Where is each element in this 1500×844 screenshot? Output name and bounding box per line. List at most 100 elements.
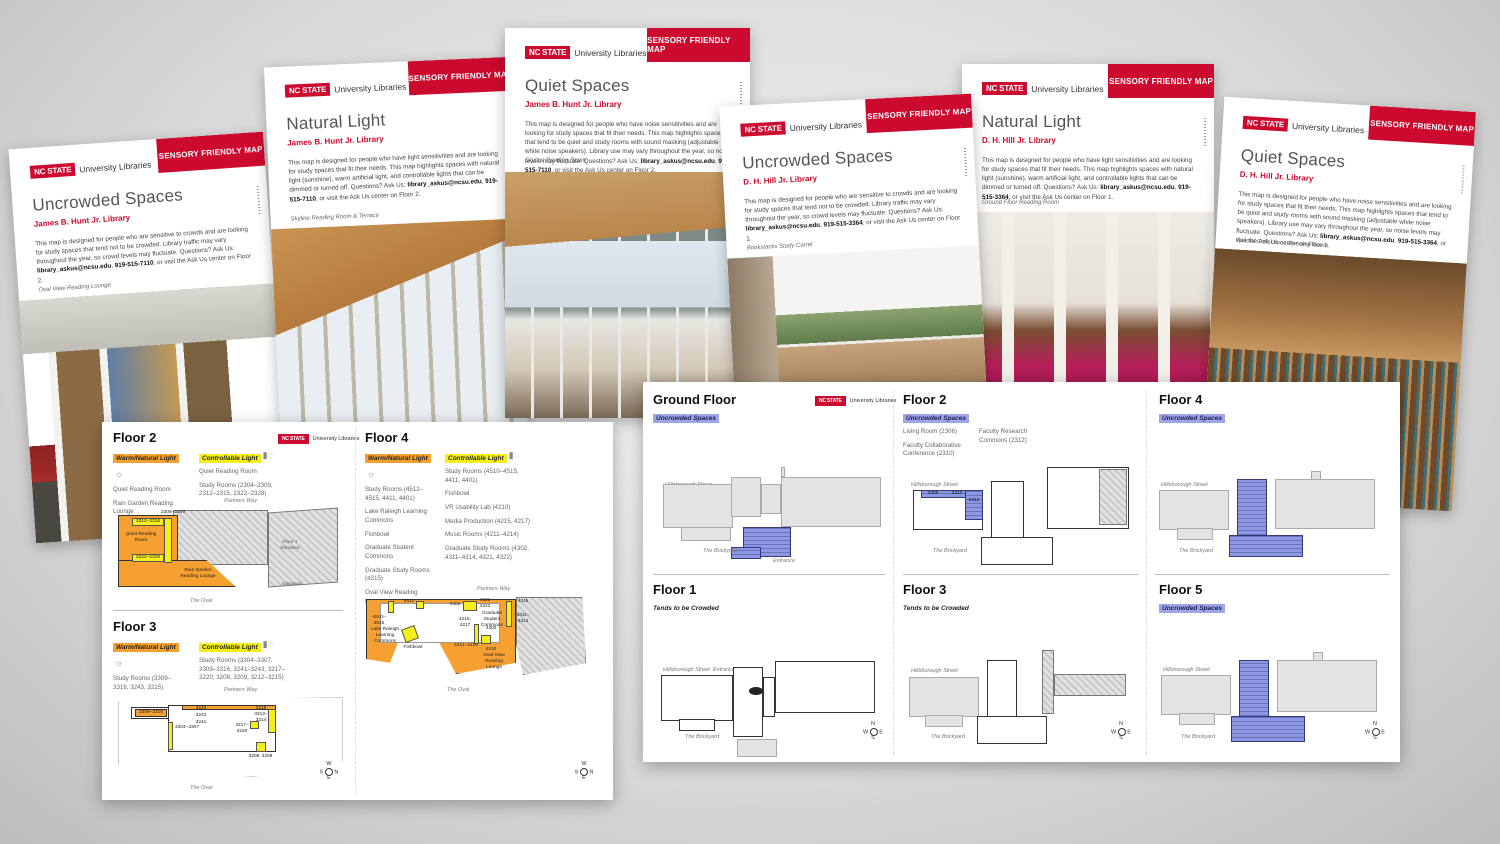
floor-title: Floor 2 xyxy=(903,392,947,407)
cover-library: D. H. Hill Jr. Library xyxy=(743,173,818,187)
ncsu-libraries-logo: NC STATE University Libraries xyxy=(740,117,862,137)
cover-description: This map is designed for people who have… xyxy=(982,157,1193,201)
fold-line xyxy=(355,428,356,794)
vertical-fineprint xyxy=(963,147,968,177)
street-label: The Brickyard xyxy=(933,548,967,554)
cover-title: Natural Light xyxy=(286,110,386,134)
hill-floor-map-sheet: Ground Floor Uncrowded Spaces NC STATE Un… xyxy=(643,382,1400,762)
cover-library: James B. Hunt Jr. Library xyxy=(287,134,384,148)
cover-photo xyxy=(271,218,529,443)
warm-list: Study Rooms (3309–3316, 3243, 3215) xyxy=(113,675,172,691)
vertical-fineprint xyxy=(1460,165,1465,194)
sun-icon: ☼ xyxy=(115,468,124,479)
divider xyxy=(113,610,343,611)
street-label: The Brickyard xyxy=(703,548,737,554)
sensory-friendly-band: SENSORY FRIENDLY MAP xyxy=(1368,105,1476,147)
sensory-friendly-band: SENSORY FRIENDLY MAP xyxy=(1108,64,1214,98)
hunt-floor3-header: Floor 3 Warm/Natural Light ☼ Study Rooms … xyxy=(113,619,348,697)
floor-title: Ground Floor xyxy=(653,392,737,407)
ncsu-libraries-logo: NC STATE University Libraries xyxy=(284,79,407,98)
crowded-label: Tends to be Crowded xyxy=(903,605,969,612)
hill-floor5-header: Floor 5 Uncrowded Spaces xyxy=(1159,582,1225,615)
sun-icon: ☼ xyxy=(115,657,124,668)
hunt-floor3-plan: 3309–3316 3243 3242 3241 3304–3307 3215 … xyxy=(118,697,343,787)
cover-library: D. H. Hill Jr. Library xyxy=(1239,169,1314,184)
controllable-light-legend: Controllable Light xyxy=(199,643,261,652)
divider xyxy=(653,574,885,575)
hill-floor1-plan xyxy=(661,657,886,757)
vertical-fineprint xyxy=(1204,118,1206,146)
cover-library: James B. Hunt Jr. Library xyxy=(525,100,622,109)
street-label: The Brickyard xyxy=(1179,548,1213,554)
compass-rose-icon: W S N E xyxy=(319,761,339,781)
cover-title: Uncrowded Spaces xyxy=(31,185,184,215)
sensory-friendly-band: SENSORY FRIENDLY MAP xyxy=(865,93,973,134)
floor-title: Floor 3 xyxy=(113,619,157,634)
hill-floor2-header: Floor 2 Uncrowded Spaces Living Room (23… xyxy=(903,392,1039,469)
sensory-friendly-band: SENSORY FRIENDLY MAP xyxy=(407,56,514,96)
light-switch-icon: ▮◌ xyxy=(262,639,273,650)
ncsu-libraries-logo: NC STATE University Libraries xyxy=(1242,115,1365,136)
compass-rose-icon: W S N E xyxy=(574,761,594,781)
controllable-list: Study Rooms (4510–4515, 4411, 4401) Fish… xyxy=(445,468,530,561)
street-label: The Oval xyxy=(190,785,213,791)
compass-rose-icon: N W E S xyxy=(863,721,883,741)
cover-title: Quiet Spaces xyxy=(1240,145,1346,172)
photo-caption: Ground Floor Reading Room xyxy=(982,200,1060,206)
sun-icon: ☼ xyxy=(367,468,376,479)
street-label: Partners Way xyxy=(224,687,258,693)
hunt-floor2-plan: 2312–2316 2306–2309 2322–2328 Quiet Read… xyxy=(118,507,343,600)
light-switch-icon: ▮◌ xyxy=(508,450,519,461)
cover-description: This map is designed for people who have… xyxy=(1235,190,1452,249)
street-label: The Oval xyxy=(190,598,213,604)
uncrowded-legend: Uncrowded Spaces xyxy=(903,414,969,423)
warm-light-legend: Warm/Natural Light xyxy=(365,454,431,463)
street-label: The Oval xyxy=(447,687,470,693)
uncrowded-legend: Uncrowded Spaces xyxy=(653,414,719,423)
fold-line xyxy=(1146,390,1147,755)
photo-caption: Skyline Reading Room xyxy=(525,158,587,164)
hunt-floor4-header: Floor 4 Warm/Natural Light ☼ Study Rooms … xyxy=(365,430,605,611)
photo-caption: Skyline Reading Room & Terrace xyxy=(290,212,380,223)
cover-description: This map is designed for people who have… xyxy=(287,150,500,204)
compass-rose-icon: N W E S xyxy=(1111,721,1131,741)
ncsu-libraries-logo: NC STATE University Libraries xyxy=(29,157,152,179)
ncsu-libraries-logo: NC STATE University Libraries xyxy=(982,82,1104,95)
vertical-fineprint xyxy=(256,186,261,215)
divider xyxy=(1155,574,1390,575)
divider xyxy=(903,574,1138,575)
cover-hunt-quiet: SENSORY FRIENDLY MAP NC STATE University… xyxy=(505,28,750,418)
hill-floor3-header: Floor 3 Tends to be Crowded xyxy=(903,582,969,615)
cover-library: D. H. Hill Jr. Library xyxy=(982,136,1056,145)
hill-ground-plan xyxy=(663,467,888,567)
cover-hill-uncrowded: SENSORY FRIENDLY MAP NC STATE University… xyxy=(719,93,987,407)
cover-title: Uncrowded Spaces xyxy=(741,145,894,173)
floor-title: Floor 5 xyxy=(1159,582,1203,597)
warm-list: Study Rooms (4512–4515, 4411, 4401) Lake… xyxy=(365,486,430,605)
sensory-friendly-band: SENSORY FRIENDLY MAP xyxy=(647,28,750,62)
warm-light-legend: Warm/Natural Light xyxy=(113,454,179,463)
compass-rose-icon: N W E S xyxy=(1365,721,1385,741)
hunt-floor4-plan: Lake Raleigh Learning Commons Fishbowl G… xyxy=(366,597,591,687)
cover-title: Quiet Spaces xyxy=(525,76,630,95)
street-label: Partners Way xyxy=(224,498,258,504)
crowded-label: Tends to be Crowded xyxy=(653,605,719,612)
street-label: Partners Way xyxy=(477,586,511,592)
cover-description: This map is designed for people who have… xyxy=(525,121,731,174)
street-label: The Brickyard xyxy=(685,734,719,740)
ncsu-libraries-logo: NC STATE University Libraries xyxy=(815,396,896,406)
uncrowded-legend: Uncrowded Spaces xyxy=(1159,414,1225,423)
photo-caption: Bookstacks Study Carrel xyxy=(746,242,813,252)
cover-photo xyxy=(962,212,1214,394)
hill-floor4-header: Floor 4 Uncrowded Spaces xyxy=(1159,392,1225,425)
ncsu-libraries-logo: NC STATE University Libraries xyxy=(278,434,359,444)
hill-floor1-header: Floor 1 Tends to be Crowded xyxy=(653,582,719,615)
controllable-list: Study Rooms (3304–3307, 3309–3316, 3241–… xyxy=(199,657,286,682)
controllable-light-legend: Controllable Light xyxy=(199,454,261,463)
hunt-floor-map-sheet: Floor 2 Warm/Natural Light☼ Quiet Readin… xyxy=(102,422,613,800)
light-switch-icon: ▮◌ xyxy=(262,450,273,461)
warm-light-legend: Warm/Natural Light xyxy=(113,643,179,652)
cover-title: Natural Light xyxy=(982,112,1081,131)
street-label: The Brickyard xyxy=(931,734,965,740)
cover-library: James B. Hunt Jr. Library xyxy=(33,213,131,229)
